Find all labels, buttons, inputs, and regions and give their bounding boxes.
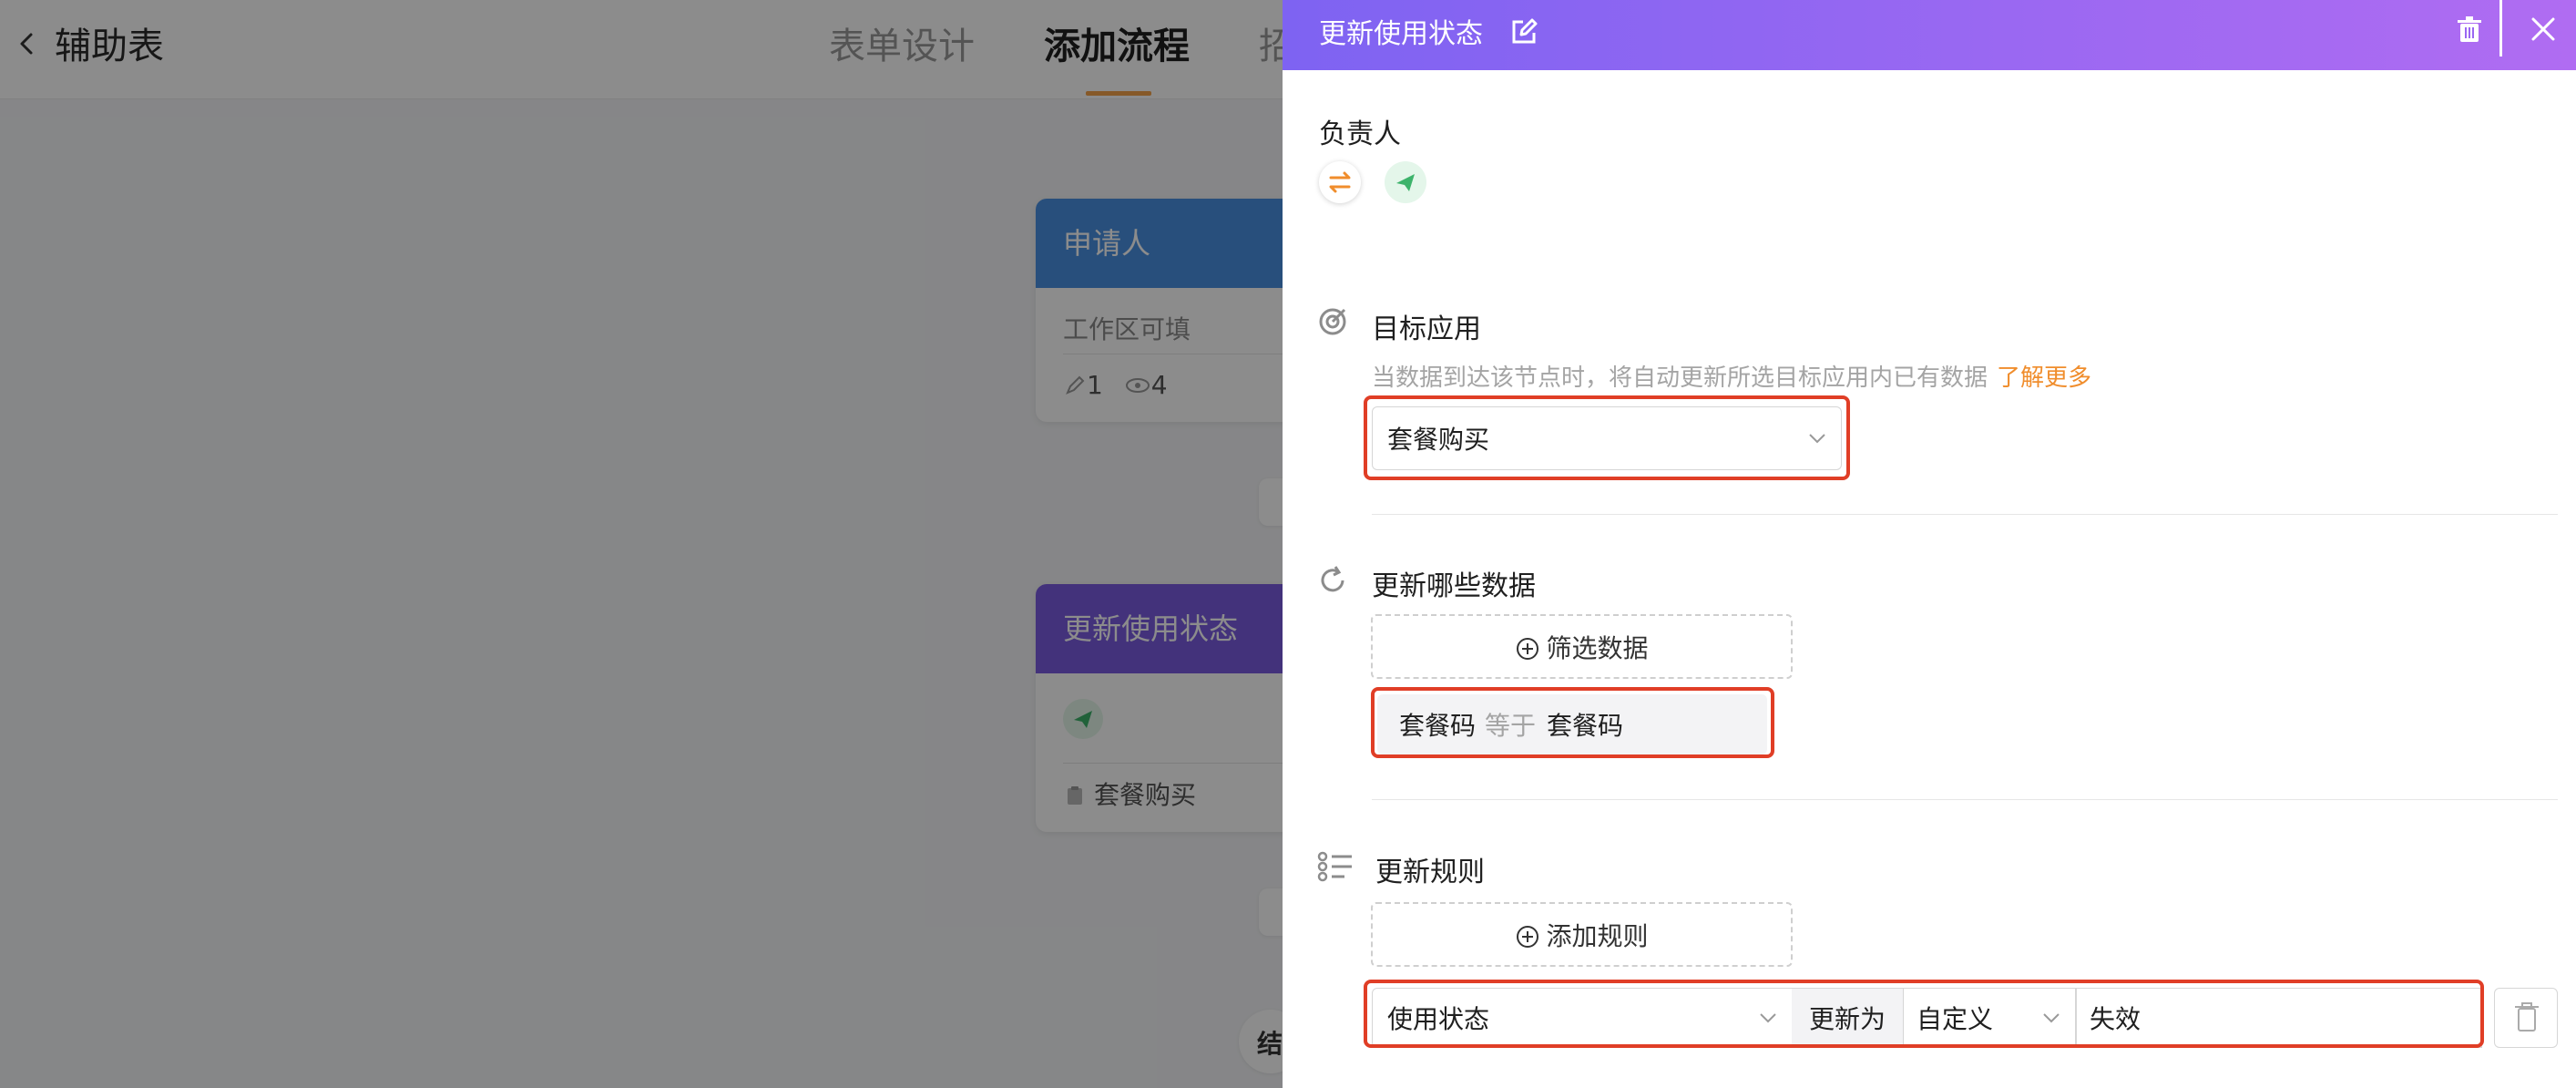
target-icon <box>1319 308 1346 335</box>
send-icon <box>1396 174 1415 191</box>
list-rules-icon <box>1317 851 1352 882</box>
owner-label: 负责人 <box>1319 118 1401 150</box>
learn-more-link[interactable]: 了解更多 <box>1997 364 2091 392</box>
filter-data-button[interactable]: 筛选数据 <box>1371 614 1793 679</box>
highlight-frame <box>1371 687 1774 758</box>
plus-circle-icon <box>1517 925 1539 948</box>
edit-icon[interactable] <box>1508 16 1539 47</box>
target-app-label: 目标应用 <box>1372 313 1481 345</box>
target-app-hint: 当数据到达该节点时，将自动更新所选目标应用内已有数据 了解更多 <box>1372 364 2092 392</box>
highlight-frame <box>1364 980 2484 1048</box>
header-divider <box>2499 0 2502 56</box>
update-data-label: 更新哪些数据 <box>1372 570 1536 602</box>
close-icon[interactable] <box>2525 11 2561 47</box>
add-rule-button[interactable]: 添加规则 <box>1371 902 1793 967</box>
section-divider <box>1372 514 2558 515</box>
plus-circle-icon <box>1517 637 1539 660</box>
trash-icon <box>2515 1002 2539 1032</box>
swap-icon <box>1329 171 1351 193</box>
trash-icon[interactable] <box>2452 13 2487 47</box>
drawer-title: 更新使用状态 <box>1319 18 1483 50</box>
section-divider <box>1372 799 2558 800</box>
update-rules-label: 更新规则 <box>1375 857 1485 888</box>
drawer-header: 更新使用状态 <box>1283 0 2576 70</box>
delete-rule-button[interactable] <box>2494 988 2558 1048</box>
transfer-owner-button[interactable] <box>1319 161 1361 203</box>
modal-overlay[interactable] <box>0 0 1283 1088</box>
notify-button[interactable] <box>1385 161 1426 203</box>
refresh-icon <box>1321 566 1344 592</box>
highlight-frame <box>1364 395 1850 480</box>
